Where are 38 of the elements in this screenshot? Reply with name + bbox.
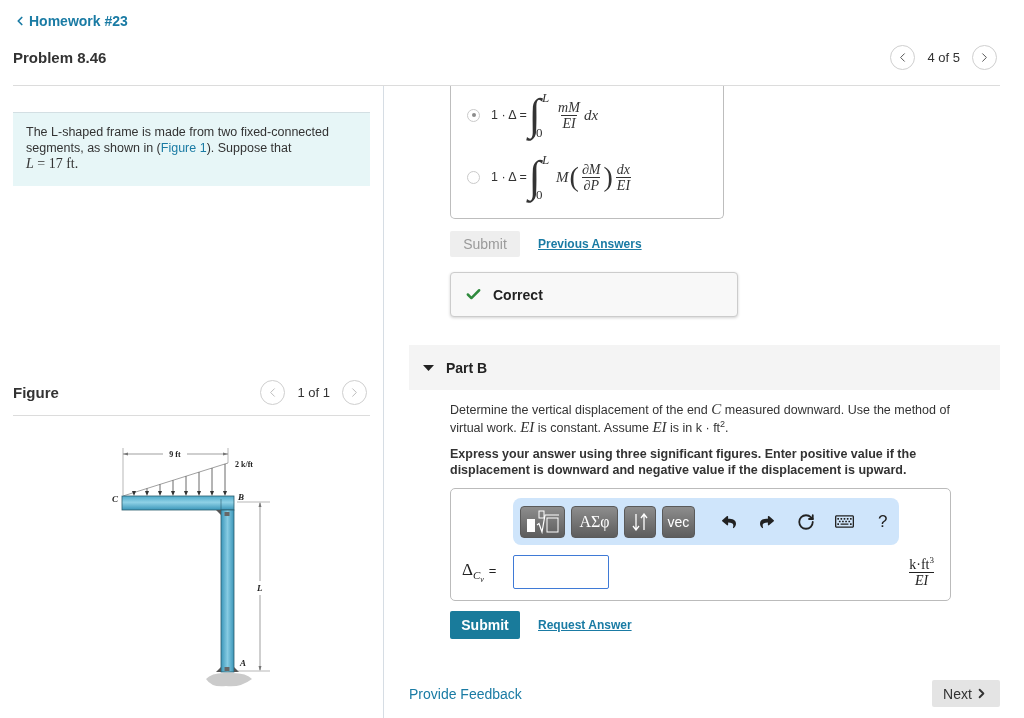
next-button[interactable]: Next <box>932 680 1000 707</box>
greek-symbols-button[interactable]: ΑΣφ <box>571 505 618 538</box>
figure-link[interactable]: Figure 1 <box>160 141 207 155</box>
diagram-label: A <box>240 658 246 668</box>
request-answer-link[interactable]: Request Answer <box>538 618 632 632</box>
undo-icon <box>721 514 736 529</box>
provide-feedback-link[interactable]: Provide Feedback <box>409 685 522 702</box>
page-counter: 1 of 1 <box>297 384 330 400</box>
diagram-label: L <box>257 583 263 593</box>
redo-icon <box>760 514 775 529</box>
question-text: Determine the vertical displacement of the end C measured downward. Use the method of virtual work. EI is constant. Assume EI is in k · ft$^{2}$. <box>450 401 951 437</box>
arrows-button[interactable] <box>623 505 657 538</box>
previous-answers-link[interactable]: Previous Answers <box>538 237 642 251</box>
radio-button[interactable] <box>467 170 480 184</box>
page-counter: 4 of 5 <box>927 49 960 65</box>
problem-statement: The L-shaped frame is made from two fixed-connected segments, as shown in (Figure 1). Suppose that L = 17 ft. <box>13 112 370 186</box>
part-title: Part B <box>446 359 488 376</box>
answer-input[interactable] <box>513 555 609 589</box>
back-link[interactable]: Homework #23 <box>13 12 128 29</box>
feedback-text: Correct <box>493 286 543 303</box>
problem-title: Problem 8.46 <box>13 48 107 66</box>
diagram-label: 9 ft <box>169 450 181 459</box>
instruction-text: Express your answer using three significant figures. Enter positive value if the displacement is downward and negative value if the displacement is upward. <box>450 446 918 478</box>
diagram-label: 2 k/ft <box>235 460 253 469</box>
circular-arrow-icon <box>796 512 815 531</box>
submit-button[interactable]: Submit <box>450 611 520 639</box>
help-button[interactable]: ? <box>866 505 900 538</box>
units-label: k·ft$^{3}$ EI <box>909 556 934 588</box>
part-header[interactable]: Part B <box>409 345 1000 390</box>
figure-title: Figure <box>13 383 59 401</box>
keyboard-icon <box>834 512 854 531</box>
diagram-label: B <box>238 492 244 502</box>
templates-button[interactable] <box>520 505 566 538</box>
diagram-label: C <box>112 494 118 504</box>
root-template-icon <box>525 509 560 534</box>
vector-button[interactable]: vec <box>662 505 695 538</box>
up-down-arrows-icon <box>631 512 648 531</box>
radio-button[interactable] <box>467 108 480 122</box>
